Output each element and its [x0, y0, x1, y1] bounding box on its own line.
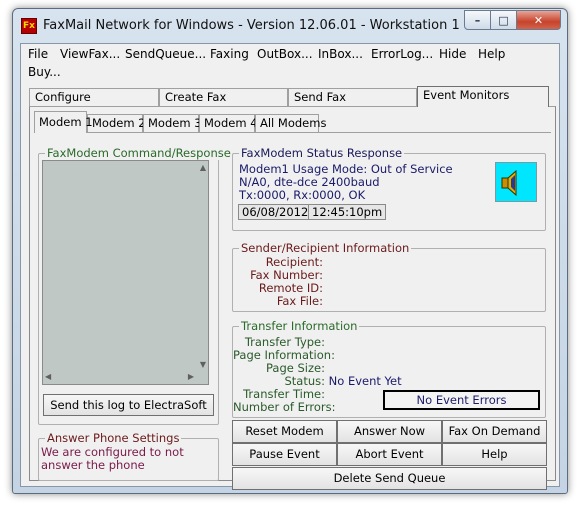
menu-bar: File ViewFax... SendQueue... Faxing OutB…: [21, 44, 559, 82]
tab-configure[interactable]: Configure: [29, 88, 159, 106]
tab-modem-3[interactable]: Modem 3: [143, 114, 202, 132]
speaker-icon: [501, 169, 517, 197]
answer-phone-group: Answer Phone Settings We are configured …: [38, 431, 219, 481]
speaker-button[interactable]: [495, 162, 537, 202]
transfer-info-title: Transfer Information: [239, 319, 360, 333]
event-monitors-panel: Modem 1 Modem 2 Modem 3 Modem 4 All Mode…: [29, 106, 556, 490]
minimize-icon: –: [474, 13, 481, 27]
delete-send-queue-button[interactable]: Delete Send Queue: [232, 467, 547, 490]
menu-buy[interactable]: Buy...: [28, 64, 61, 80]
sender-recipient-group: Sender/Recipient Information Recipient: …: [232, 241, 546, 312]
modem-1-page: FaxModem Command/Response ▲ ▼ ◀ ▶ Send t…: [34, 132, 551, 490]
main-tabs: Configure Create Fax Send Fax Event Moni…: [29, 86, 549, 107]
status-time: 12:45:10pm: [308, 204, 387, 220]
fax-on-demand-button[interactable]: Fax On Demand: [442, 420, 547, 443]
tab-send-fax[interactable]: Send Fax: [288, 88, 417, 106]
status-response-title: FaxModem Status Response: [239, 146, 405, 160]
scroll-left-icon[interactable]: ◀: [45, 372, 51, 382]
help-button[interactable]: Help: [442, 443, 547, 466]
transfer-info-group: Transfer Information Transfer Type: Page…: [232, 319, 546, 418]
close-icon: ✕: [533, 13, 544, 27]
send-log-button[interactable]: Send this log to ElectraSoft: [43, 394, 214, 416]
tab-modem-4[interactable]: Modem 4: [199, 114, 258, 132]
close-button[interactable]: ✕: [517, 10, 561, 30]
command-response-log[interactable]: ▲ ▼ ◀ ▶: [42, 160, 209, 385]
maximize-icon: □: [498, 13, 509, 27]
status-response-group: FaxModem Status Response Modem1 Usage Mo…: [232, 146, 546, 231]
scroll-right-icon[interactable]: ▶: [188, 372, 194, 382]
reset-modem-button[interactable]: Reset Modem: [232, 420, 337, 443]
status-value: No Event Yet: [328, 374, 402, 388]
window-title: FaxMail Network for Windows - Version 12…: [43, 18, 460, 33]
no-event-errors-button[interactable]: No Event Errors: [383, 390, 540, 410]
status-line-3: Tx:0000, Rx:0000, OK: [239, 188, 366, 202]
menu-outbox[interactable]: OutBox...: [257, 46, 313, 62]
client-area: File ViewFax... SendQueue... Faxing OutB…: [20, 43, 560, 490]
tab-event-monitors[interactable]: Event Monitors: [417, 86, 549, 107]
scroll-down-icon[interactable]: ▼: [200, 360, 206, 370]
menu-inbox[interactable]: InBox...: [318, 46, 363, 62]
tab-modem-1[interactable]: Modem 1: [34, 111, 93, 133]
answer-phone-text: We are configured to not answer the phon…: [41, 445, 184, 472]
menu-faxing[interactable]: Faxing: [210, 46, 249, 62]
faxmail-app-icon[interactable]: Fx: [21, 18, 37, 34]
menu-file[interactable]: File: [28, 46, 48, 62]
menu-hide[interactable]: Hide: [439, 46, 466, 62]
answer-phone-title: Answer Phone Settings: [45, 431, 182, 445]
command-response-group: FaxModem Command/Response ▲ ▼ ◀ ▶ Send t…: [38, 146, 233, 425]
answer-now-button[interactable]: Answer Now: [337, 420, 442, 443]
status-date: 06/08/2012: [238, 204, 313, 220]
title-bar[interactable]: Fx FaxMail Network for Windows - Version…: [13, 9, 567, 43]
pause-event-button[interactable]: Pause Event: [232, 443, 337, 466]
scroll-up-icon[interactable]: ▲: [200, 163, 206, 173]
menu-viewfax[interactable]: ViewFax...: [60, 46, 120, 62]
sender-recipient-title: Sender/Recipient Information: [239, 241, 412, 255]
menu-help[interactable]: Help: [478, 46, 505, 62]
app-window: Fx FaxMail Network for Windows - Version…: [12, 8, 568, 494]
tab-all-modems[interactable]: All Modems: [255, 114, 326, 132]
maximize-button[interactable]: □: [491, 10, 517, 30]
minimize-button[interactable]: –: [464, 10, 491, 30]
modem-tabs: Modem 1 Modem 2 Modem 3 Modem 4 All Mode…: [34, 111, 334, 133]
window-controls: – □ ✕: [464, 10, 561, 30]
fax-file-label: Fax File:: [276, 294, 323, 308]
menu-sendqueue[interactable]: SendQueue...: [125, 46, 206, 62]
menu-errorlog[interactable]: ErrorLog...: [371, 46, 433, 62]
command-response-title: FaxModem Command/Response: [45, 146, 233, 160]
number-of-errors-label: Number of Errors:: [233, 400, 336, 414]
tab-create-fax[interactable]: Create Fax: [159, 88, 288, 106]
abort-event-button[interactable]: Abort Event: [337, 443, 442, 466]
tab-modem-2[interactable]: Modem 2: [87, 114, 146, 132]
